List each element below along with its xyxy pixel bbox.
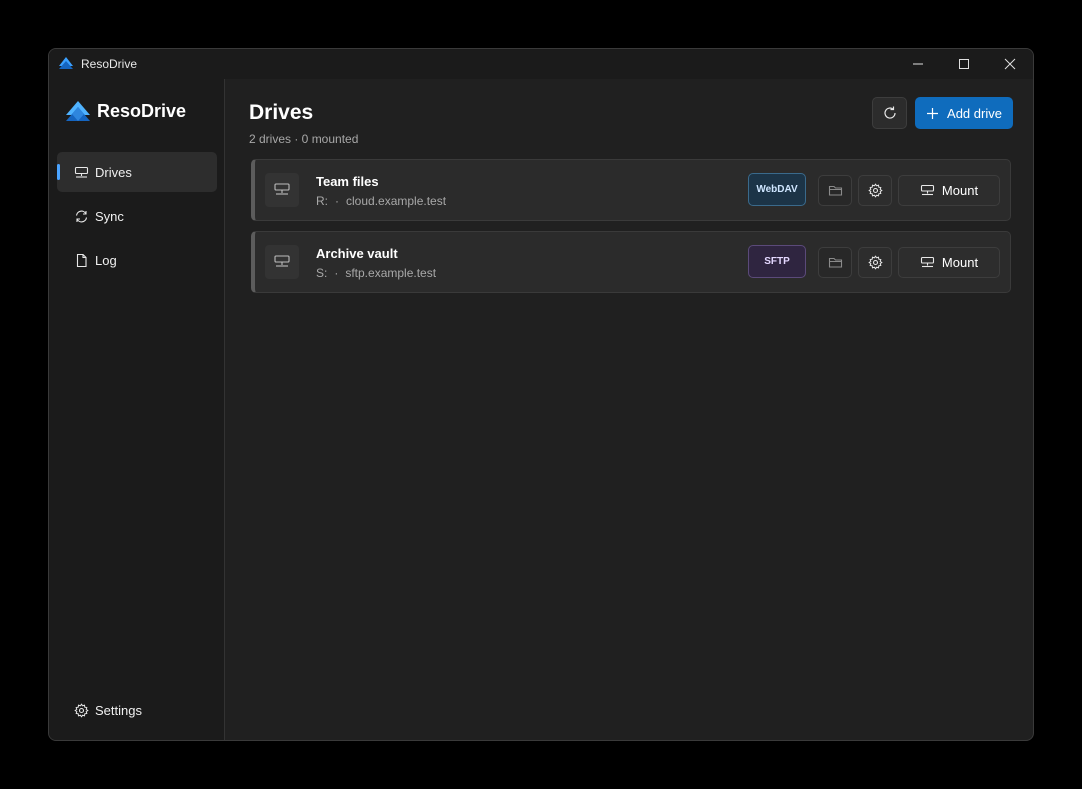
app-logo-icon [59,57,73,69]
mount-button[interactable]: Mount [898,247,1000,278]
protocol-badge: WebDAV [748,173,806,206]
document-icon [76,253,87,268]
separator: · [335,194,339,208]
add-drive-label: Add drive [947,105,1002,121]
mount-button[interactable]: Mount [898,175,1000,206]
brand-logo-icon [66,101,90,121]
drive-card: Team files R: · cloud.example.test WebDAV [251,159,1011,221]
sidebar: ResoDrive Drives Sync Log Settings [49,79,225,740]
drive-meta: S: · sftp.example.test [316,266,436,280]
sidebar-item-drives[interactable]: Drives [57,152,217,192]
drive-settings-button[interactable] [858,247,892,278]
drive-name: Team files [316,174,379,189]
mount-label: Mount [941,183,979,198]
drive-icon [265,173,299,207]
sidebar-item-label: Drives [95,165,132,180]
drive-card: Archive vault S: · sftp.example.test SFTP [251,231,1011,293]
folder-icon [828,185,842,196]
drive-name: Archive vault [316,246,398,261]
open-folder-button[interactable] [818,247,852,278]
maximize-button[interactable] [941,49,987,79]
gear-icon [867,255,883,270]
gear-icon [867,183,883,198]
close-button[interactable] [987,49,1033,79]
drive-meta: R: · cloud.example.test [316,194,446,208]
mount-icon [920,184,934,196]
mount-icon [920,256,934,268]
refresh-button[interactable] [872,97,907,129]
minimize-button[interactable] [895,49,941,79]
sync-icon [75,210,88,223]
gear-icon [74,703,89,718]
window-title: ResoDrive [81,57,138,71]
drive-icon [74,166,89,178]
drive-letter: R: [316,194,328,208]
plus-icon [927,107,939,119]
drive-host: cloud.example.test [346,194,447,208]
sidebar-item-label: Sync [95,209,124,224]
refresh-icon [883,106,896,119]
minimize-icon [913,63,923,65]
sidebar-item-sync[interactable]: Sync [57,196,217,236]
brand: ResoDrive [65,100,186,122]
maximize-icon [959,59,969,69]
drive-settings-button[interactable] [858,175,892,206]
title-bar: ResoDrive [49,49,1033,79]
sidebar-item-log[interactable]: Log [57,240,217,280]
add-drive-button[interactable]: Add drive [915,97,1013,129]
page-subtitle: 2 drives · 0 mounted [249,132,359,146]
page-title: Drives [249,101,314,124]
protocol-badge: SFTP [748,245,806,278]
server-icon [274,255,290,267]
drive-letter: S: [316,266,328,280]
mount-label: Mount [941,255,979,270]
close-icon [1004,58,1016,70]
separator: · [334,266,339,280]
sidebar-item-label: Settings [95,703,142,718]
open-folder-button[interactable] [818,175,852,206]
folder-icon [828,257,842,268]
server-icon [274,183,290,195]
main-content: Drives 2 drives · 0 mounted Add drive Te… [226,79,1033,740]
brand-name: ResoDrive [97,100,187,121]
drive-icon [265,245,299,279]
sidebar-item-label: Log [95,253,117,268]
app-window: ResoDrive ResoDrive Drives Sync Log Sett… [48,48,1034,741]
sidebar-item-settings[interactable]: Settings [57,690,217,730]
drive-host: sftp.example.test [345,266,437,280]
